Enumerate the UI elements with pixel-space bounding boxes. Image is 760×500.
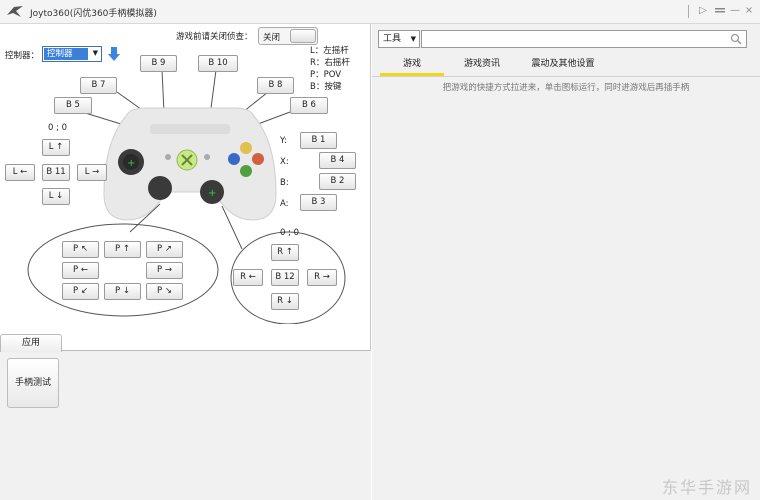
- tool-select-value: 工具: [383, 34, 402, 44]
- tab-game-news[interactable]: 游戏资讯: [450, 55, 514, 75]
- button-r-left[interactable]: R ←: [233, 269, 263, 286]
- controller-select-value: 控制器: [44, 48, 88, 60]
- tool-select[interactable]: 工具 ▼: [378, 30, 420, 48]
- refresh-down-icon[interactable]: [107, 46, 121, 62]
- button-b9[interactable]: B 9: [140, 55, 177, 72]
- button-l-down[interactable]: L ↓: [42, 188, 70, 205]
- button-r-up[interactable]: R ↑: [271, 244, 299, 261]
- r-coords: 0 ; 0: [280, 228, 300, 238]
- drop-hint: 把游戏的快捷方式拉进来，单击图标运行，同时进游戏后再插手柄: [442, 83, 690, 93]
- title-bar: Joyto360(闪优360手柄模拟器) ▷ — ×: [0, 0, 760, 24]
- toggle-knob[interactable]: [290, 29, 316, 43]
- button-b1[interactable]: B 1: [300, 132, 337, 149]
- detection-tip-label: 游戏前请关闭侦查：: [176, 32, 253, 42]
- button-p-down-right[interactable]: P ↘: [146, 283, 183, 300]
- legend-l: L：左摇杆: [310, 46, 349, 56]
- button-b7[interactable]: B 7: [80, 77, 117, 94]
- button-p-down[interactable]: P ↓: [104, 283, 141, 300]
- minimize-button[interactable]: —: [728, 4, 742, 18]
- legend-r: R：右摇杆: [310, 58, 350, 68]
- app-logo-icon: [7, 6, 23, 17]
- chevron-down-icon: ▼: [92, 49, 98, 57]
- left-panel: + + 游戏前请关闭侦查： 关闭 控制器： 控制器 ▼ L：左摇杆 R：右摇杆 …: [0, 24, 371, 500]
- button-b8[interactable]: B 8: [257, 77, 294, 94]
- button-p-down-left[interactable]: P ↙: [62, 283, 99, 300]
- chevron-down-icon: ▼: [410, 35, 416, 43]
- tab-apps[interactable]: 应用: [0, 334, 62, 352]
- button-l-left[interactable]: L ←: [5, 164, 35, 181]
- button-b5[interactable]: B 5: [54, 97, 92, 114]
- button-b4[interactable]: B 4: [319, 152, 356, 169]
- button-l-right[interactable]: L →: [77, 164, 107, 181]
- tab-games[interactable]: 游戏: [380, 55, 444, 75]
- gamepad-test-tile[interactable]: 手柄测试: [7, 358, 59, 408]
- button-r-down[interactable]: R ↓: [271, 293, 299, 310]
- controller-select[interactable]: 控制器 ▼: [42, 46, 102, 62]
- tab-vibration-settings[interactable]: 震动及其他设置: [520, 55, 606, 75]
- detection-toggle[interactable]: 关闭: [258, 27, 318, 45]
- search-icon[interactable]: [730, 33, 742, 45]
- detection-toggle-label: 关闭: [263, 33, 281, 43]
- svg-text:+: +: [208, 188, 216, 199]
- axis-label-a: A:: [280, 199, 289, 209]
- search-input[interactable]: [421, 30, 747, 48]
- axis-label-y: Y:: [280, 136, 287, 146]
- l-coords: 0 ; 0: [48, 123, 68, 133]
- legend-b: B：按键: [310, 82, 342, 92]
- button-p-up[interactable]: P ↑: [104, 241, 141, 258]
- close-button[interactable]: ×: [742, 4, 756, 18]
- title-divider: [688, 5, 689, 18]
- axis-label-x: X:: [280, 157, 289, 167]
- legend-p: P：POV: [310, 70, 342, 80]
- button-p-right[interactable]: P →: [146, 262, 183, 279]
- button-r-right[interactable]: R →: [307, 269, 337, 286]
- button-p-up-left[interactable]: P ↖: [62, 241, 99, 258]
- axis-label-b: B:: [280, 178, 289, 188]
- tab-divider: [372, 76, 760, 77]
- button-b2[interactable]: B 2: [319, 173, 356, 190]
- settings-button[interactable]: [713, 4, 727, 18]
- button-b11[interactable]: B 11: [42, 164, 70, 181]
- svg-text:+: +: [127, 158, 135, 169]
- skin-button[interactable]: ▷: [696, 4, 710, 18]
- button-l-up[interactable]: L ↑: [42, 139, 70, 156]
- button-p-up-right[interactable]: P ↗: [146, 241, 183, 258]
- app-title: Joyto360(闪优360手柄模拟器): [30, 9, 157, 19]
- gamepad-graphic: + +: [103, 107, 277, 221]
- right-panel: 工具 ▼ 游戏 游戏资讯 震动及其他设置 把游戏的快捷方式拉进来，单击图标运行，…: [372, 24, 760, 500]
- controller-label: 控制器：: [5, 51, 40, 61]
- button-b12[interactable]: B 12: [271, 269, 299, 286]
- button-p-left[interactable]: P ←: [62, 262, 99, 279]
- button-b6[interactable]: B 6: [290, 97, 328, 114]
- watermark: 东华手游网: [661, 478, 752, 497]
- button-b10[interactable]: B 10: [198, 55, 238, 72]
- settings-icon: [715, 8, 725, 13]
- button-b3[interactable]: B 3: [300, 194, 337, 211]
